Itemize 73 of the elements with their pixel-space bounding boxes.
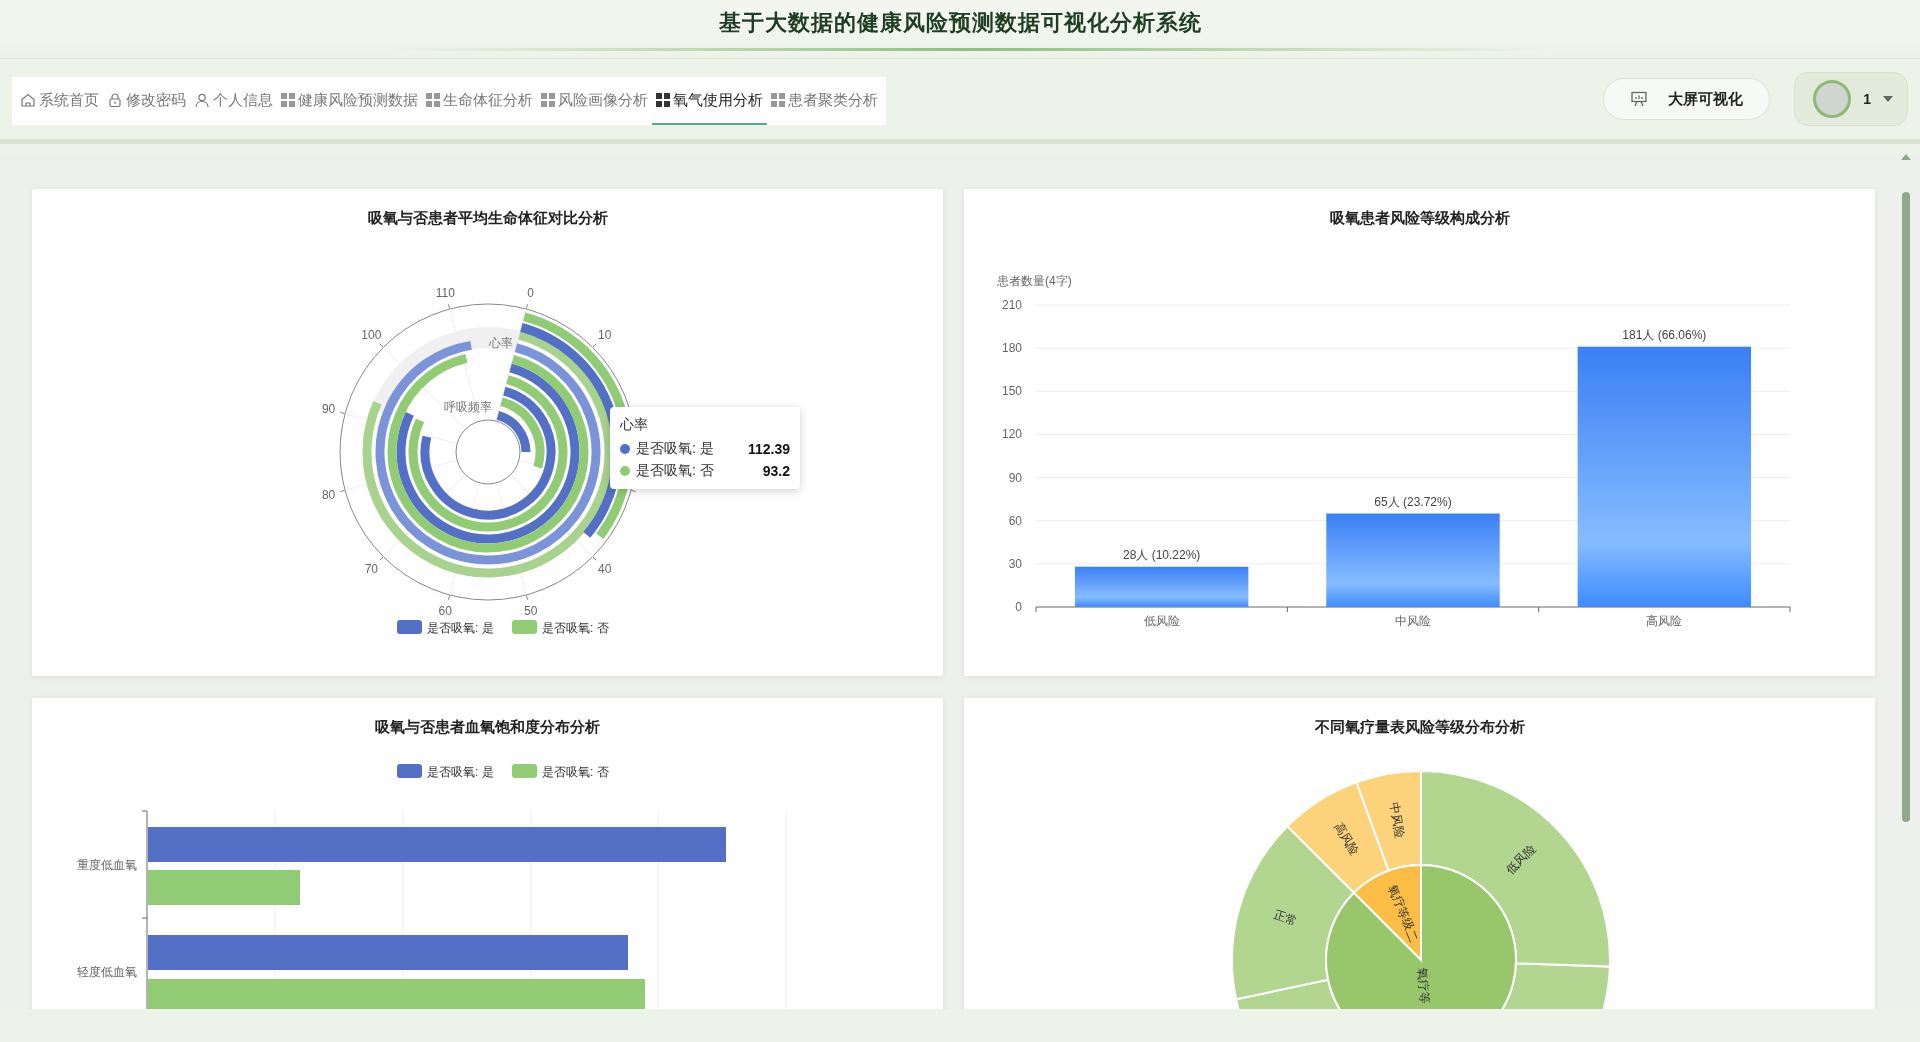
axis-tick-label: 70 xyxy=(364,561,378,576)
nav-tab[interactable]: 修改密码 xyxy=(103,77,190,125)
user-name: 1 xyxy=(1863,91,1871,107)
scrollbar-thumb[interactable] xyxy=(1902,192,1910,822)
chart-title: 吸氧与否患者平均生命体征对比分析 xyxy=(367,208,608,228)
axis-tick-label: 50 xyxy=(524,604,538,619)
nav-tab[interactable]: 患者聚类分析 xyxy=(767,77,882,125)
bar-value-label: 65人 (23.72%) xyxy=(1374,494,1452,509)
segment-label: 高风险 xyxy=(1331,820,1362,859)
axis-tick-label: 210 xyxy=(1001,298,1022,312)
axis-tick-label: 110 xyxy=(435,285,455,300)
category-label: 高风险 xyxy=(1646,614,1683,628)
axis-title: 患者数量(4字) xyxy=(997,274,1072,288)
legend-item[interactable]: 是否吸氧: 否 xyxy=(512,620,609,635)
grid-icon xyxy=(656,93,670,107)
axis-tick-label: 180 xyxy=(1001,341,1022,356)
tooltip-title: 心率 xyxy=(620,416,649,434)
lock-icon xyxy=(107,92,123,108)
bar-value-label: 28人 (10.22%) xyxy=(1123,547,1201,562)
bar-value-label: 181人 (66.06%) xyxy=(1622,327,1707,342)
axis-tick-label: 40 xyxy=(598,561,612,576)
series-label: 是否吸氧: 是 xyxy=(636,440,714,458)
legend-item[interactable]: 是否吸氧: 是 xyxy=(397,620,494,635)
axis-tick-label: 80 xyxy=(321,487,336,502)
grid-icon xyxy=(771,93,785,107)
chart-title: 吸氧与否患者血氧饱和度分布分析 xyxy=(375,717,600,737)
segment-label: 氧疗等级二 xyxy=(1385,882,1421,944)
avatar xyxy=(1813,80,1852,118)
app-title: 基于大数据的健康风险预测数据可视化分析系统 xyxy=(717,9,1203,37)
user-menu[interactable]: 1 xyxy=(1794,72,1908,126)
axis-tick-label: 60 xyxy=(1008,513,1022,528)
nav-tab[interactable]: 风险画像分析 xyxy=(537,77,652,125)
big-screen-button[interactable]: 大屏可视化 xyxy=(1603,78,1771,120)
segment-label: 中风险 xyxy=(1387,801,1408,839)
axis-tick-label: 0 xyxy=(1015,600,1022,614)
scroll-up-arrow-icon[interactable] xyxy=(1901,154,1911,160)
segment-label: 低风险 xyxy=(1503,841,1539,877)
home-icon xyxy=(20,92,36,108)
category-label: 低风险 xyxy=(1143,614,1180,628)
axis-tick-label: 30 xyxy=(1008,556,1022,571)
series-value: 112.39 xyxy=(746,441,790,457)
category-label: 呼吸频率 xyxy=(444,400,492,414)
nav-tab[interactable]: 个人信息 xyxy=(190,77,277,125)
nav-tab[interactable]: 健康风险预测数据 xyxy=(277,77,422,125)
person-icon xyxy=(194,92,210,108)
axis-tick-label: 100 xyxy=(361,328,382,343)
category-label: 重度低血氧 xyxy=(77,858,137,872)
grid-icon xyxy=(541,93,555,107)
axis-tick-label: 90 xyxy=(1008,470,1022,485)
category-label: 轻度低血氧 xyxy=(77,965,137,979)
chart-title: 吸氧患者风险等级构成分析 xyxy=(1329,208,1510,228)
axis-tick-label: 0 xyxy=(527,285,535,300)
axis-tick-label: 60 xyxy=(438,604,452,619)
axis-tick-label: 120 xyxy=(1001,427,1022,442)
legend-item[interactable]: 是否吸氧: 是 xyxy=(397,764,494,779)
nav-tab[interactable]: 生命体征分析 xyxy=(422,77,537,125)
category-label: 心率 xyxy=(489,336,513,350)
nav-tab[interactable]: 氧气使用分析 xyxy=(652,77,767,125)
series-label: 是否吸氧: 否 xyxy=(636,462,714,480)
nav-tab[interactable]: 系统首页 xyxy=(16,77,103,125)
grid-icon xyxy=(281,93,295,107)
series-value: 93.2 xyxy=(761,463,790,479)
segment-label: 氧疗等 xyxy=(1415,967,1432,1005)
chart-title: 不同氧疗量表风险等级分布分析 xyxy=(1314,717,1525,737)
axis-tick-label: 90 xyxy=(321,402,336,417)
caret-icon xyxy=(1883,96,1893,102)
category-label: 中风险 xyxy=(1395,614,1431,628)
legend-item[interactable]: 是否吸氧: 否 xyxy=(512,764,609,779)
axis-tick-label: 10 xyxy=(598,328,612,343)
presentation-board-icon xyxy=(1630,91,1649,107)
axis-tick-label: 150 xyxy=(1001,384,1022,399)
segment-label: 正常 xyxy=(1271,907,1299,928)
grid-icon xyxy=(426,93,440,107)
